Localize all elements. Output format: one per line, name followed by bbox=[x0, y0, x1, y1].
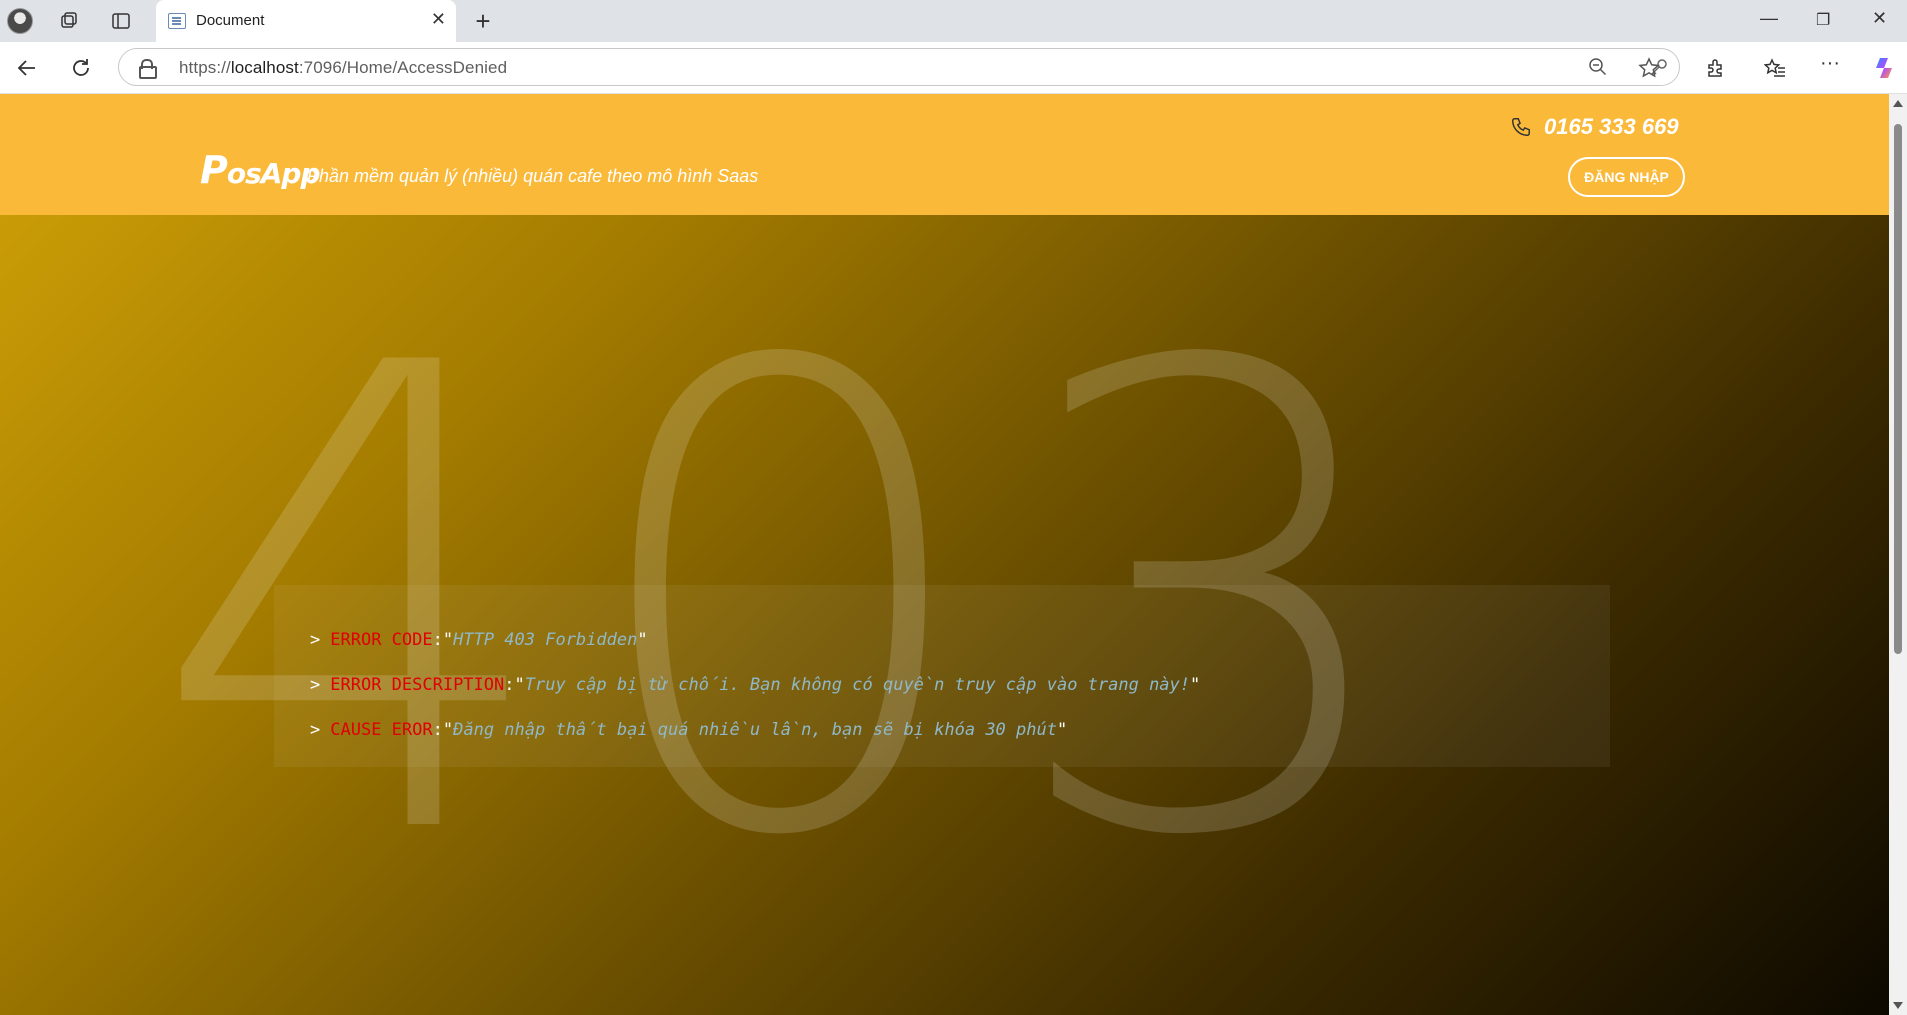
refresh-icon[interactable] bbox=[66, 53, 96, 83]
address-toolbar: https://localhost:7096/Home/AccessDenied… bbox=[0, 42, 1907, 94]
error-terminal: > ERROR CODE: " HTTP 403 Forbidden " > ERR… bbox=[274, 585, 1610, 767]
tab-title: Document bbox=[196, 12, 265, 29]
close-tab-icon[interactable]: ✕ bbox=[431, 9, 446, 30]
error-code-key: ERROR CODE bbox=[330, 629, 433, 650]
site-tagline: Phần mềm quản lý (nhiều) quán cafe theo … bbox=[307, 166, 759, 186]
cause-error-key: CAUSE EROR bbox=[330, 719, 433, 740]
scrollbar-thumb[interactable] bbox=[1894, 124, 1902, 654]
new-tab-icon[interactable]: + bbox=[468, 6, 498, 36]
back-icon[interactable] bbox=[12, 53, 42, 83]
url-field[interactable]: https://localhost:7096/Home/AccessDenied bbox=[118, 48, 1680, 86]
collections-icon[interactable] bbox=[54, 6, 84, 36]
phone-icon bbox=[1512, 118, 1530, 136]
site-logo[interactable]: PosApp bbox=[200, 148, 321, 192]
browser-tab[interactable]: Document ✕ bbox=[156, 0, 456, 42]
restore-icon[interactable]: ❐ bbox=[1816, 10, 1830, 30]
cause-error-line: > CAUSE EROR: " Đăng nhập thất bại quá nh… bbox=[310, 719, 1068, 740]
copilot-icon[interactable] bbox=[1872, 55, 1898, 87]
tab-actions-icon[interactable] bbox=[106, 6, 136, 36]
phone-contact: 0165 333 669 bbox=[1510, 114, 1679, 140]
scroll-up-icon[interactable] bbox=[1893, 100, 1903, 107]
page-content: PosApp Phần mềm quản lý (nhiều) quán caf… bbox=[0, 94, 1889, 1015]
cause-error-value: Đăng nhập thất bại quá nhiều lần, bạn sẽ… bbox=[453, 719, 1057, 740]
error-hero: 403 > ERROR CODE: " HTTP 403 Forbidden " >… bbox=[0, 215, 1889, 1015]
site-header: PosApp Phần mềm quản lý (nhiều) quán caf… bbox=[0, 94, 1889, 215]
error-description-value: Truy cập bị từ chối. Bạn không có quyền … bbox=[524, 674, 1191, 695]
error-code-value: HTTP 403 Forbidden bbox=[453, 629, 638, 650]
zoom-out-icon[interactable] bbox=[1588, 57, 1608, 83]
error-code-line: > ERROR CODE: " HTTP 403 Forbidden " bbox=[310, 629, 648, 650]
error-description-key: ERROR DESCRIPTION bbox=[330, 674, 505, 695]
login-button[interactable]: ĐĂNG NHẬP bbox=[1568, 157, 1685, 197]
minimize-icon[interactable]: — bbox=[1760, 8, 1778, 29]
page-icon bbox=[168, 13, 186, 29]
page-scrollbar[interactable] bbox=[1889, 94, 1907, 1015]
lock-icon[interactable] bbox=[139, 59, 157, 79]
extensions-icon[interactable] bbox=[1705, 57, 1727, 85]
error-description-line: > ERROR DESCRIPTION: " Truy cập bị từ chố… bbox=[310, 674, 1201, 695]
profile-icon[interactable] bbox=[4, 6, 36, 36]
close-window-icon[interactable]: ✕ bbox=[1872, 8, 1887, 29]
more-icon[interactable]: ··· bbox=[1820, 52, 1840, 75]
favorite-star-icon[interactable] bbox=[1638, 57, 1660, 85]
browser-tab-bar: Document ✕ + — ❐ ✕ bbox=[0, 0, 1907, 42]
phone-number: 0165 333 669 bbox=[1544, 114, 1679, 139]
scroll-down-icon[interactable] bbox=[1893, 1002, 1903, 1009]
favorites-icon[interactable] bbox=[1763, 57, 1786, 85]
url-text: https://localhost:7096/Home/AccessDenied bbox=[179, 58, 508, 77]
